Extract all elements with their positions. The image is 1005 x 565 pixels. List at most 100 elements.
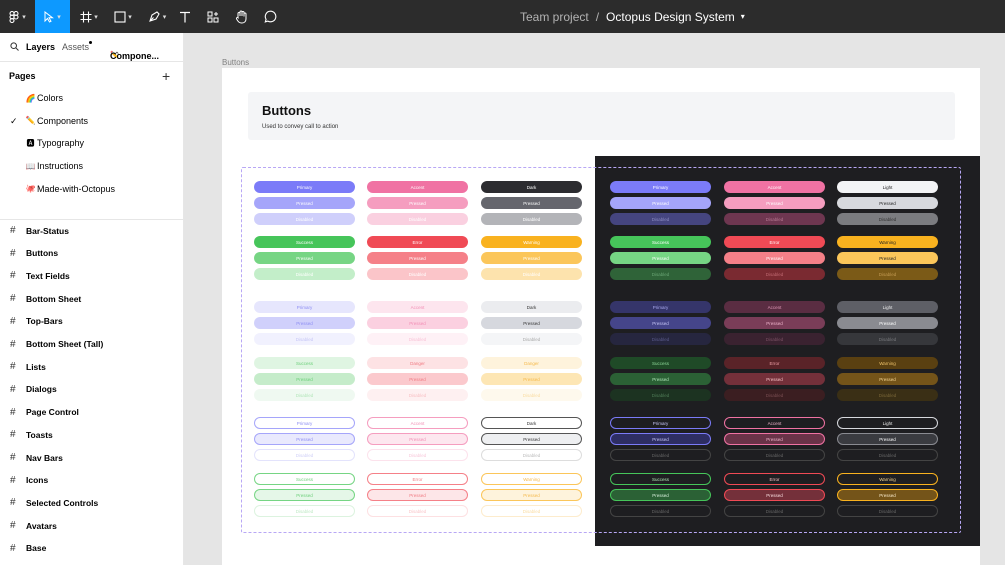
section-header-card: Buttons Used to convey call to action [248, 92, 955, 140]
shape-tool-button[interactable]: ▾ [107, 0, 139, 33]
project-name[interactable]: Team project [520, 10, 589, 24]
layer-item-label: Nav Bars [26, 452, 63, 463]
layer-item-label: Selected Controls [26, 497, 99, 508]
layer-item-label: Page Control [26, 407, 79, 418]
chevron-down-icon[interactable]: ▾ [741, 12, 745, 21]
chevron-down-icon: ▾ [94, 13, 98, 21]
layer-item-nav-bars[interactable]: # Nav Bars [10, 452, 63, 463]
layer-item-base[interactable]: # Base [10, 543, 46, 554]
tab-assets[interactable]: Assets [62, 42, 89, 52]
page-item-components[interactable]: ✏️ Components [25, 115, 89, 126]
figma-logo-icon [9, 10, 19, 23]
layer-item-label: Top-Bars [26, 316, 63, 327]
layer-item-page-control[interactable]: # Page Control [10, 407, 79, 418]
comment-icon [263, 10, 276, 23]
layer-item-bottom-sheet-tall[interactable]: # Bottom Sheet (Tall) [10, 339, 103, 350]
page-emoji-icon: ✏️ [25, 116, 36, 126]
layer-item-toasts[interactable]: # Toasts [10, 429, 53, 440]
layer-item-top-bars[interactable]: # Top-Bars [10, 316, 63, 327]
page-emoji-icon: 📖 [25, 161, 36, 171]
frame-icon: # [10, 542, 16, 554]
sidebar-tabs: Layers Assets ✏️ Compone... ⌃ [0, 33, 184, 61]
layer-item-dialogs[interactable]: # Dialogs [10, 384, 57, 395]
frame-tool-button[interactable]: ▾ [74, 0, 104, 33]
layer-item-text-fields[interactable]: # Text Fields [10, 270, 70, 281]
divider [0, 61, 184, 62]
top-toolbar: ▾ ▾ ▾ ▾ ▾ Team project / Octopus Design … [0, 0, 1005, 33]
frame-icon: # [10, 270, 16, 282]
layer-item-label: Avatars [26, 520, 57, 531]
hand-tool-icon [235, 10, 246, 23]
frame-icon: # [10, 338, 16, 350]
page-item-label: Instructions [37, 161, 84, 172]
frame-icon: # [10, 429, 16, 441]
page-emoji-icon: 🌈 [25, 93, 36, 103]
resources-button[interactable] [203, 0, 223, 33]
frame-icon: # [10, 406, 16, 418]
frame-icon: # [10, 315, 16, 327]
frame-icon: # [10, 361, 16, 373]
resources-icon [207, 11, 219, 22]
page-item-made-with-octopus[interactable]: 🐙 Made-with-Octopus [25, 183, 116, 194]
left-sidebar: Layers Assets ✏️ Compone... ⌃ Pages + 🌈 C… [0, 33, 184, 565]
section-title: Buttons [262, 103, 312, 118]
page-emoji-icon: 🅰 [26, 138, 35, 148]
text-tool-button[interactable] [175, 0, 195, 33]
layer-item-label: Icons [26, 475, 49, 486]
pen-tool-button[interactable]: ▾ [141, 0, 173, 33]
tab-layers[interactable]: Layers [26, 42, 55, 52]
move-tool-button[interactable]: ▾ [35, 0, 70, 33]
add-page-button[interactable]: + [162, 68, 170, 84]
layer-item-avatars[interactable]: # Avatars [10, 520, 57, 531]
layer-item-icons[interactable]: # Icons [10, 475, 48, 486]
frame-icon: # [10, 293, 16, 305]
layer-item-label: Base [26, 543, 47, 554]
search-icon[interactable] [10, 42, 19, 51]
chevron-down-icon: ▾ [128, 13, 132, 21]
layer-item-label: Dialogs [26, 384, 57, 395]
file-name[interactable]: Octopus Design System [606, 10, 735, 24]
page-item-label: Made-with-Octopus [37, 183, 116, 194]
chevron-down-icon: ▾ [162, 13, 167, 21]
chevron-down-icon: ▾ [57, 13, 61, 21]
pages-title: Pages [9, 71, 36, 81]
layer-item-buttons[interactable]: # Buttons [10, 248, 58, 259]
active-page-check-icon: ✓ [10, 115, 18, 126]
section-subtitle: Used to convey call to action [262, 124, 339, 130]
frame-icon: # [10, 474, 16, 486]
layer-item-selected-controls[interactable]: # Selected Controls [10, 497, 98, 508]
hand-tool-button[interactable] [231, 0, 251, 33]
frame-tool-icon [80, 11, 92, 22]
page-item-label: Components [37, 115, 89, 126]
divider [0, 219, 184, 220]
component-set-outline [241, 167, 961, 533]
layer-item-label: Lists [26, 361, 46, 372]
text-tool-icon [180, 11, 190, 22]
frame-icon: # [10, 497, 16, 509]
layer-item-label: Text Fields [26, 270, 70, 281]
page-item-typography[interactable]: 🅰 Typography [26, 138, 85, 148]
frame-icon: # [10, 383, 16, 395]
frame-label[interactable]: Buttons [222, 58, 249, 67]
shape-tool-icon [114, 10, 126, 23]
layer-item-label: Bottom Sheet (Tall) [26, 339, 104, 349]
move-tool-icon [44, 10, 55, 23]
layer-item-label: Bottom Sheet [26, 293, 82, 304]
breadcrumb: Team project / Octopus Design System ▾ [520, 0, 745, 33]
page-item-colors[interactable]: 🌈 Colors [25, 93, 64, 103]
assets-dot-indicator [89, 41, 92, 44]
frame-icon: # [10, 225, 16, 236]
comment-tool-button[interactable] [260, 0, 280, 33]
page-item-instructions[interactable]: 📖 Instructions [25, 161, 84, 172]
page-emoji-icon: 🐙 [25, 184, 36, 194]
layer-item-label: Toasts [26, 429, 53, 440]
frame-icon: # [10, 520, 16, 532]
layer-item-bar-status[interactable]: # Bar-Status [10, 225, 69, 236]
breadcrumb-separator: / [595, 9, 600, 24]
pen-tool-icon [148, 11, 160, 22]
main-menu-button[interactable]: ▾ [0, 0, 34, 33]
layer-item-lists[interactable]: # Lists [10, 361, 46, 372]
layer-item-label: Buttons [26, 248, 59, 259]
frame-icon: # [10, 452, 16, 463]
layer-item-bottom-sheet[interactable]: # Bottom Sheet [10, 293, 81, 304]
